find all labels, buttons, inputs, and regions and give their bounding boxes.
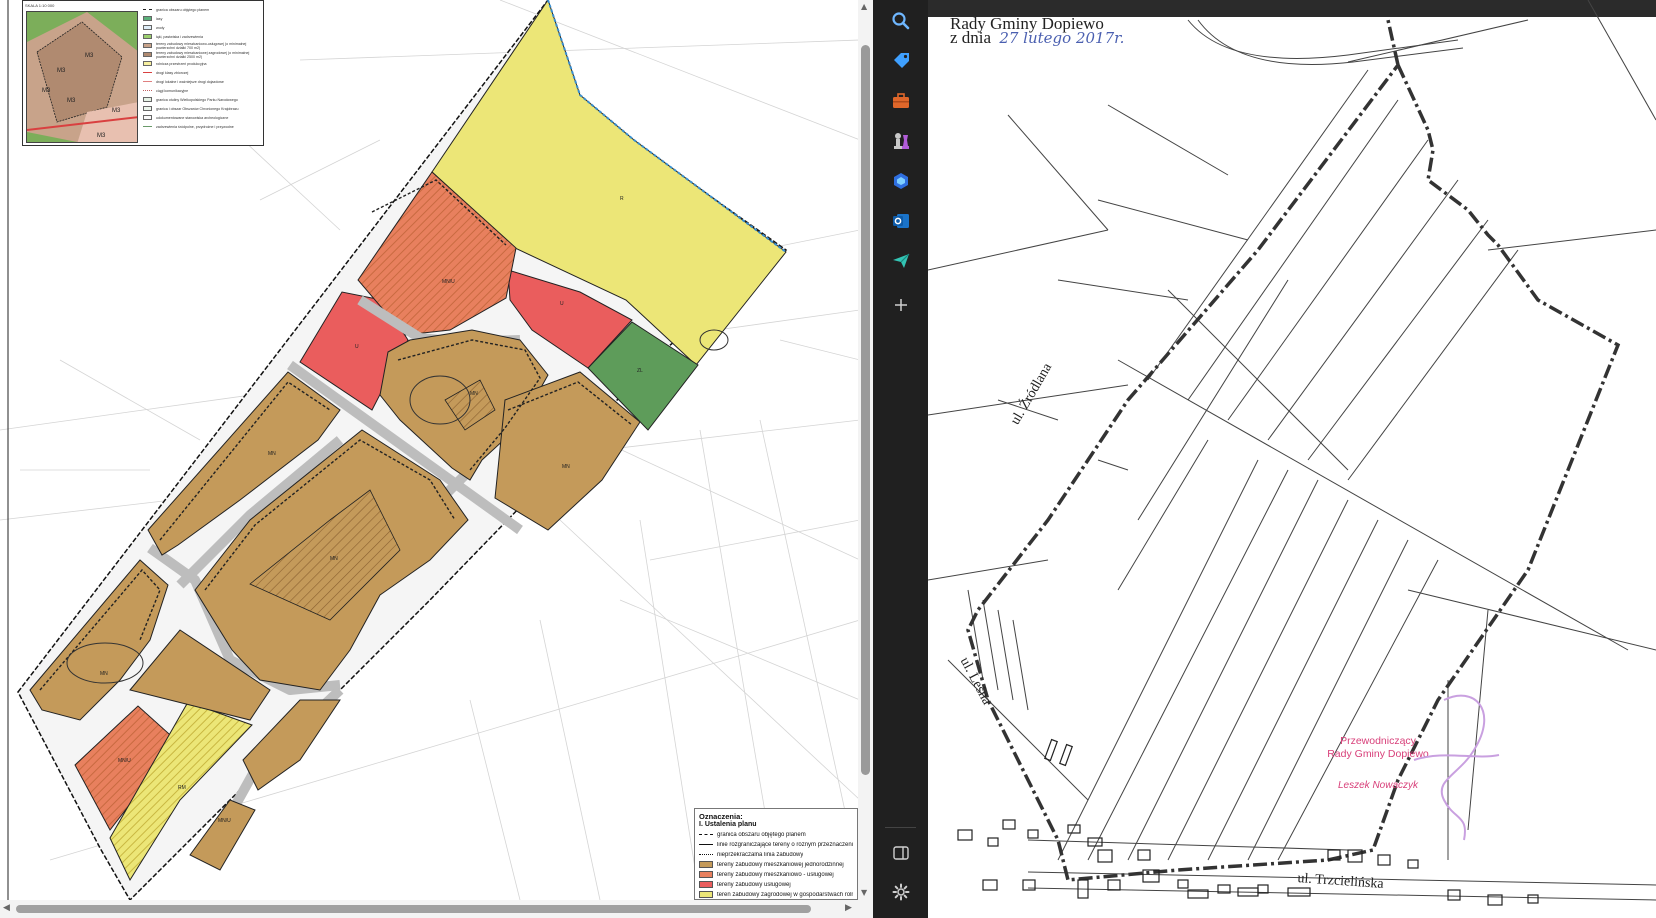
map-vertical-scrollbar[interactable]: ▲ ▼ — [858, 0, 873, 918]
inset-minimap: M3 M3 M3 M3 M3 M3 — [26, 11, 138, 143]
legend-row: tereny zabudowy mieszkaniowej jednorodzi… — [699, 860, 853, 869]
sidebar-toggle-button[interactable] — [886, 838, 916, 868]
browser-sidebar — [873, 0, 928, 918]
sidebar-settings-button[interactable] — [886, 877, 916, 907]
copilot-icon — [894, 173, 908, 189]
gear-icon — [892, 883, 910, 901]
legend-row: tereny zabudowy mieszkaniowo - usługowej — [699, 870, 853, 879]
chess-icon — [894, 133, 909, 149]
parcel-label: R — [620, 196, 624, 202]
parcel-label: MN — [100, 671, 108, 677]
send-icon — [893, 253, 910, 268]
tag-icon — [894, 53, 909, 68]
map-legend: Oznaczenia: I. Ustalenia planu granica o… — [694, 808, 858, 900]
map-horizontal-scrollbar[interactable]: ◀ ▶ — [0, 900, 858, 918]
sidebar-tools-button[interactable] — [886, 86, 916, 116]
parcel-label: MN/U — [218, 818, 231, 824]
sidebar-outlook-button[interactable] — [886, 206, 916, 236]
plus-icon — [895, 299, 907, 311]
scroll-up-icon[interactable]: ▲ — [861, 2, 867, 11]
svg-text:M3: M3 — [85, 53, 94, 59]
svg-text:M3: M3 — [97, 133, 106, 139]
scroll-right-icon[interactable]: ▶ — [845, 903, 852, 913]
parcel-label: MN — [470, 391, 478, 397]
parcel-label: ZL — [637, 368, 643, 374]
vertical-scroll-thumb[interactable] — [861, 45, 870, 775]
scanned-plan — [928, 0, 1656, 906]
date-handwritten: 27 lutego 2017r. — [999, 29, 1125, 47]
inset-scale: SKALA 1:10 000 — [25, 3, 55, 8]
legend-row: tereny zabudowy usługowej — [699, 880, 853, 889]
sidebar-send-button[interactable] — [886, 246, 916, 276]
scroll-left-icon[interactable]: ◀ — [3, 903, 10, 913]
svg-text:M3: M3 — [42, 88, 51, 94]
parcel-label: MN — [268, 451, 276, 457]
inset-legend: SKALA 1:10 000 M3 M3 M3 M3 M3 M3 granica… — [22, 0, 264, 146]
toolbox-icon — [893, 93, 909, 108]
app-window: MN/U U U ZL R MN MN MN MN MN MN/U RM MN/… — [0, 0, 1656, 918]
legend-row: nieprzekraczalna linia zabudowy — [699, 850, 853, 859]
map-viewer[interactable]: MN/U U U ZL R MN MN MN MN MN MN/U RM MN/… — [0, 0, 873, 918]
outlook-icon — [893, 214, 909, 228]
svg-text:M3: M3 — [67, 98, 76, 104]
legend-row: linie rozgraniczające tereny o różnym pr… — [699, 840, 853, 849]
parcel-label: RM — [178, 785, 186, 791]
parcel-label: MN/U — [118, 758, 131, 764]
scroll-down-icon[interactable]: ▼ — [861, 888, 867, 897]
parcel-label: U — [355, 344, 359, 350]
legend-row: granica obszaru objętego planem — [699, 830, 853, 839]
date-prefix: z dnia — [950, 28, 992, 47]
sidebar-toggle-icon — [893, 846, 909, 860]
sidebar-search-button[interactable] — [886, 6, 916, 36]
svg-text:M3: M3 — [112, 108, 121, 114]
horizontal-scroll-thumb[interactable] — [16, 905, 811, 913]
sidebar-add-button[interactable] — [886, 290, 916, 320]
sidebar-copilot-button[interactable] — [886, 166, 916, 196]
document-viewer[interactable]: Rady Gminy Dopiewo z dnia 27 lutego 2017… — [928, 0, 1656, 918]
sidebar-shopping-button[interactable] — [886, 46, 916, 76]
parcel-label: MN — [562, 464, 570, 470]
inset-legend-items: granica obszaru objętego planem lasy wod… — [143, 5, 263, 131]
parcel-label: MN — [330, 556, 338, 562]
legend-title: Oznaczenia: — [699, 812, 743, 821]
plan-boundary-line — [966, 19, 1621, 882]
svg-text:M3: M3 — [57, 68, 66, 74]
parcel-label: U — [560, 301, 564, 307]
parcel-label: MN/U — [442, 279, 455, 285]
legend-subtitle: I. Ustalenia planu — [699, 821, 757, 828]
legend-row: teren zabudowy zagrodowej w gospodarstwa… — [699, 890, 853, 899]
sidebar-games-button[interactable] — [886, 126, 916, 156]
signature — [1413, 694, 1500, 841]
document-date: z dnia 27 lutego 2017r. — [950, 28, 1124, 48]
sidebar-divider — [885, 827, 916, 828]
search-icon — [892, 12, 910, 30]
